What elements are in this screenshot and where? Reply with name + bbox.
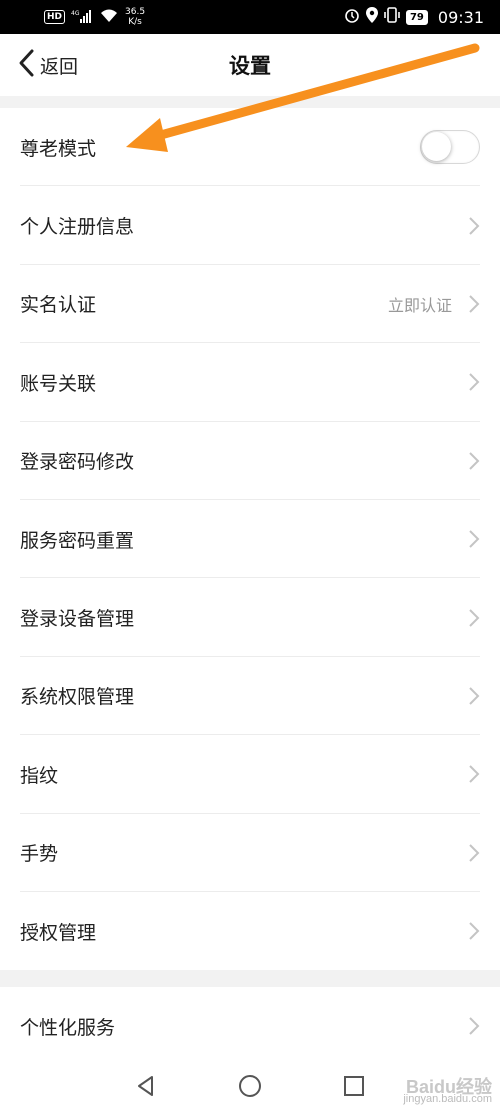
chevron-right-icon [469,687,480,705]
row-label: 指纹 [20,764,59,787]
clock: 09:31 [437,7,484,27]
home-circle-icon[interactable] [237,1073,263,1103]
chevron-right-icon [469,373,480,392]
toggle-knob [422,132,451,162]
settings-row-account-link[interactable]: 账号关联 [0,343,500,422]
signal-icon: 4G [71,9,93,26]
location-icon [365,7,378,27]
chevron-right-icon [469,216,480,235]
chevron-right-icon [469,765,480,784]
nav-bar: 返回 设置 [0,34,500,96]
settings-group-personalization: 个性化服务 [0,987,500,1065]
chevron-right-icon [469,608,480,627]
row-label: 尊老模式 [20,137,97,160]
row-label: 个人注册信息 [20,216,135,239]
svg-text:4G: 4G [71,10,80,17]
network-speed: 36.5 K/s [125,7,146,27]
settings-row-registration-info[interactable]: 个人注册信息 [0,186,500,265]
settings-row-authorization[interactable]: 授权管理 [0,892,500,970]
settings-row-login-password[interactable]: 登录密码修改 [0,422,500,500]
row-label: 账号关联 [20,372,97,395]
elder-mode-toggle[interactable] [420,130,480,165]
chevron-right-icon [469,922,480,940]
status-bar: HD 4G 36.5 K/s 79 09:31 [0,0,500,34]
settings-row-gesture[interactable]: 手势 [0,814,500,892]
section-gap [0,96,500,108]
back-triangle-icon[interactable] [133,1073,159,1103]
vibrate-icon [384,7,400,27]
battery-indicator: 79 [405,9,428,25]
settings-row-fingerprint[interactable]: 指纹 [0,735,500,814]
system-nav-bar: Baidu经验 jingyan.baidu.com [0,1065,500,1111]
chevron-right-icon [469,843,480,862]
recents-square-icon[interactable] [341,1073,367,1103]
hd-badge: HD [44,10,66,24]
settings-row-device-management[interactable]: 登录设备管理 [0,578,500,657]
settings-row-personalized-service[interactable]: 个性化服务 [0,987,500,1065]
settings-row-service-password[interactable]: 服务密码重置 [0,500,500,579]
page-title: 设置 [229,54,271,78]
chevron-right-icon [469,295,480,313]
settings-row-elder-mode[interactable]: 尊老模式 [0,108,500,187]
back-label: 返回 [40,55,79,78]
settings-row-system-permissions[interactable]: 系统权限管理 [0,657,500,736]
row-label: 手势 [20,843,59,866]
row-label: 服务密码重置 [20,529,135,552]
settings-row-real-name[interactable]: 实名认证 立即认证 [0,265,500,344]
chevron-left-icon [16,48,38,83]
back-button[interactable]: 返回 [16,34,78,96]
watermark: Baidu经验 jingyan.baidu.com [403,1077,492,1105]
chevron-right-icon [469,1017,480,1035]
row-label: 登录密码修改 [20,451,135,474]
row-label: 实名认证 [20,294,97,317]
row-label: 个性化服务 [20,1016,116,1039]
chevron-right-icon [469,452,480,470]
wifi-icon [99,9,119,26]
settings-group-account: 尊老模式 个人注册信息 实名认证 立即认证 账号关联 登录密码修改 服务密码重置… [0,108,500,970]
row-label: 系统权限管理 [20,686,135,709]
row-label: 授权管理 [20,921,97,944]
alarm-icon [344,7,360,27]
verify-now-hint: 立即认证 [387,295,452,315]
row-label: 登录设备管理 [20,608,135,631]
chevron-right-icon [469,530,480,548]
